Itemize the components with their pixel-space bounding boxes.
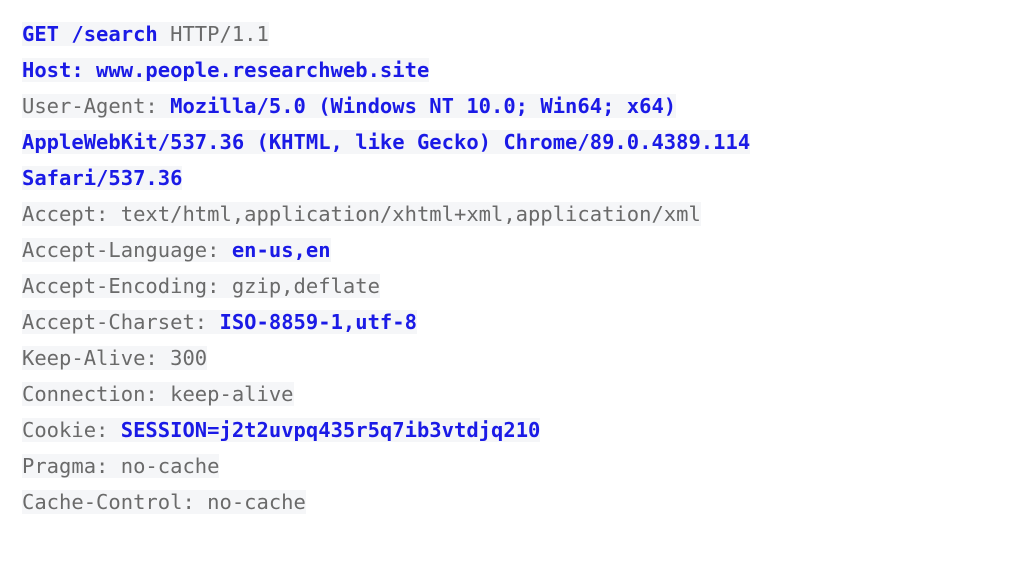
header-cookie-token-1: SESSION=j2t2uvpq435r5q7ib3vtdjq210 — [120, 418, 541, 442]
line-highlight: Accept-Encoding: gzip,deflate — [22, 274, 380, 298]
header-accept-language-token-1: en-us,en — [231, 238, 331, 262]
header-user-agent-cont-2: Safari/537.36 — [22, 160, 1027, 196]
line-highlight: Accept: text/html,application/xhtml+xml,… — [22, 202, 701, 226]
header-host: Host: www.people.researchweb.site — [22, 52, 1027, 88]
request-line-token-0: GET /search — [22, 22, 158, 46]
header-connection-token-0: Connection: keep-alive — [22, 382, 294, 406]
line-highlight: Host: www.people.researchweb.site — [22, 58, 430, 82]
header-accept-encoding: Accept-Encoding: gzip,deflate — [22, 268, 1027, 304]
line-highlight: Pragma: no-cache — [22, 454, 220, 478]
header-host-token-0: Host: www.people.researchweb.site — [22, 58, 430, 82]
header-accept: Accept: text/html,application/xhtml+xml,… — [22, 196, 1027, 232]
header-cache-control-token-0: Cache-Control: no-cache — [22, 490, 306, 514]
header-cache-control: Cache-Control: no-cache — [22, 484, 1027, 520]
line-highlight: GET /search HTTP/1.1 — [22, 22, 269, 46]
request-line: GET /search HTTP/1.1 — [22, 16, 1027, 52]
header-keep-alive: Keep-Alive: 300 — [22, 340, 1027, 376]
http-header-list: GET /search HTTP/1.1 Host: www.people.res… — [22, 16, 1027, 534]
line-highlight: Accept-Language: en-us,en — [22, 238, 331, 262]
line-highlight: Keep-Alive: 300 — [22, 346, 208, 370]
header-user-agent-cont-2-token-0: Safari/537.36 — [22, 166, 183, 190]
header-accept-encoding-token-0: Accept-Encoding: gzip,deflate — [22, 274, 380, 298]
header-user-agent-token-0: User-Agent: — [22, 94, 171, 118]
line-highlight: Connection: keep-alive — [22, 382, 294, 406]
line-highlight: Accept-Charset: ISO-8859-1,utf-8 — [22, 310, 417, 334]
line-highlight: User-Agent: Mozilla/5.0 (Windows NT 10.0… — [22, 94, 677, 118]
header-user-agent: User-Agent: Mozilla/5.0 (Windows NT 10.0… — [22, 88, 1027, 124]
header-accept-token-0: Accept: text/html,application/xhtml+xml,… — [22, 202, 701, 226]
header-accept-language-token-0: Accept-Language: — [22, 238, 232, 262]
line-highlight: AppleWebKit/537.36 (KHTML, like Gecko) C… — [22, 130, 751, 154]
header-accept-language: Accept-Language: en-us,en — [22, 232, 1027, 268]
request-line-token-1: HTTP/1.1 — [157, 22, 269, 46]
header-user-agent-cont-1: AppleWebKit/537.36 (KHTML, like Gecko) C… — [22, 124, 1027, 160]
header-accept-charset: Accept-Charset: ISO-8859-1,utf-8 — [22, 304, 1027, 340]
header-cookie-token-0: Cookie: — [22, 418, 121, 442]
header-connection: Connection: keep-alive — [22, 376, 1027, 412]
header-user-agent-token-1: Mozilla/5.0 (Windows NT 10.0; Win64; x64… — [170, 94, 677, 118]
header-keep-alive-token-0: Keep-Alive: 300 — [22, 346, 208, 370]
http-request-dump: GET /search HTTP/1.1 Host: www.people.res… — [0, 0, 1027, 562]
header-accept-charset-token-1: ISO-8859-1,utf-8 — [219, 310, 417, 334]
header-pragma-token-0: Pragma: no-cache — [22, 454, 220, 478]
clipped-next-line — [22, 520, 1027, 534]
line-highlight: Cookie: SESSION=j2t2uvpq435r5q7ib3vtdjq2… — [22, 418, 541, 442]
line-highlight: Cache-Control: no-cache — [22, 490, 306, 514]
header-cookie: Cookie: SESSION=j2t2uvpq435r5q7ib3vtdjq2… — [22, 412, 1027, 448]
header-user-agent-cont-1-token-0: AppleWebKit/537.36 (KHTML, like Gecko) C… — [22, 130, 751, 154]
line-highlight: Safari/537.36 — [22, 166, 183, 190]
header-accept-charset-token-0: Accept-Charset: — [22, 310, 220, 334]
header-pragma: Pragma: no-cache — [22, 448, 1027, 484]
